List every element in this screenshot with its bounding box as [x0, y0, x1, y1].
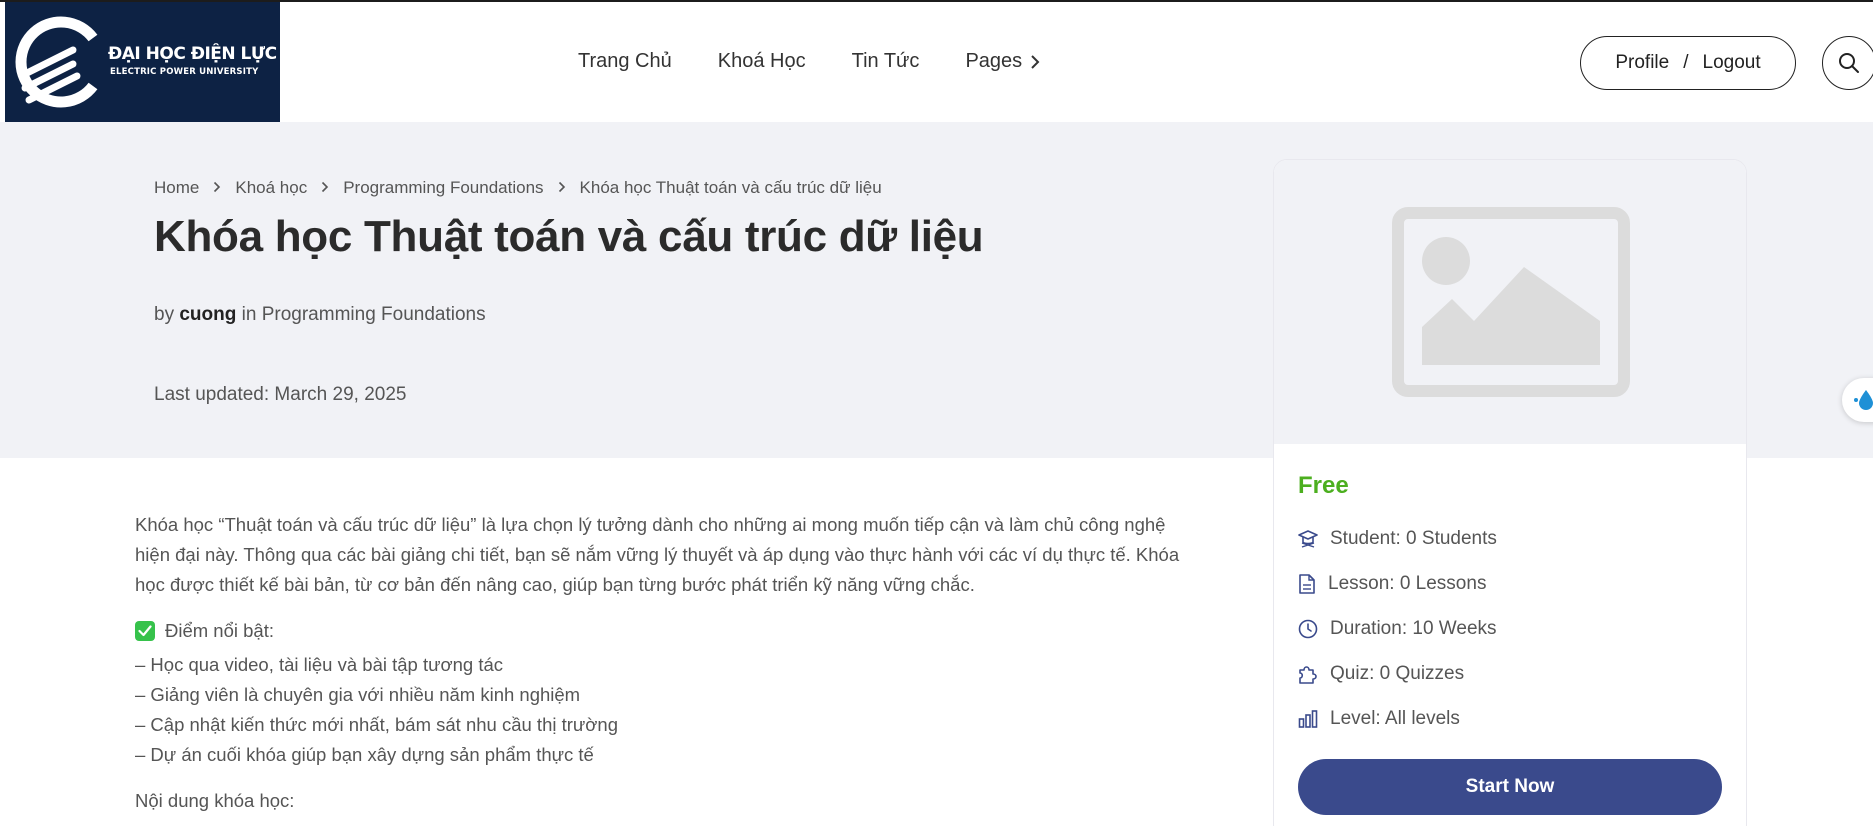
- meta-students: Student: 0 Students: [1298, 528, 1497, 550]
- nav-item-courses[interactable]: Khoá Học: [718, 50, 806, 73]
- highlights-title: Điểm nổi bật:: [165, 620, 274, 641]
- logo-subtitle: ELECTRIC POWER UNIVERSITY: [110, 67, 259, 77]
- breadcrumb-home[interactable]: Home: [154, 178, 199, 198]
- author-link[interactable]: cuong: [179, 304, 236, 325]
- course-title: Khóa học Thuật toán và cấu trúc dữ liệu: [154, 212, 984, 261]
- main-nav: Trang Chủ Khoá Học Tin Tức Pages: [578, 50, 1040, 73]
- graduation-cap-icon: [1298, 530, 1318, 548]
- course-content-heading: Nội dung khóa học:: [135, 790, 295, 811]
- logout-link[interactable]: Logout: [1703, 52, 1761, 74]
- logo-title: ĐẠI HỌC ĐIỆN LỰC: [108, 44, 277, 64]
- nav-item-home[interactable]: Trang Chủ: [578, 50, 672, 73]
- course-description: Khóa học “Thuật toán và cấu trúc dữ liệu…: [135, 510, 1195, 600]
- puzzle-icon: [1299, 666, 1317, 684]
- description-line: hiện đại này. Thông qua các bài giảng ch…: [135, 544, 1180, 565]
- course-thumbnail: [1274, 160, 1746, 444]
- by-prefix: by: [154, 304, 175, 325]
- document-icon: [1299, 574, 1315, 594]
- course-sidebar-card: Free Student: 0 Students Lesson: 0 Lesso…: [1273, 159, 1747, 826]
- highlights-list: – Học qua video, tài liệu và bài tập tươ…: [135, 650, 618, 770]
- course-price: Free: [1298, 472, 1349, 499]
- bar-chart-icon: [1298, 710, 1318, 728]
- meta-lessons-label: Lesson: 0 Lessons: [1328, 573, 1487, 594]
- highlight-item: – Giảng viên là chuyên gia với nhiều năm…: [135, 684, 581, 705]
- meta-quiz-label: Quiz: 0 Quizzes: [1330, 663, 1465, 684]
- highlight-item: – Học qua video, tài liệu và bài tập tươ…: [135, 654, 504, 675]
- highlight-item: – Cập nhật kiến thức mới nhất, bám sát n…: [135, 714, 619, 735]
- nav-item-news[interactable]: Tin Tức: [852, 50, 920, 73]
- meta-duration: Duration: 10 Weeks: [1298, 618, 1497, 640]
- site-logo[interactable]: ĐẠI HỌC ĐIỆN LỰC ELECTRIC POWER UNIVERSI…: [5, 2, 280, 122]
- breadcrumb-category[interactable]: Programming Foundations: [343, 178, 543, 198]
- logo-icon: [15, 16, 98, 108]
- highlight-item: – Dự án cuối khóa giúp bạn xây dựng sản …: [135, 744, 594, 765]
- water-drop-icon: [1854, 390, 1873, 410]
- breadcrumb-current: Khóa học Thuật toán và cấu trúc dữ liệu: [579, 178, 882, 197]
- description-line: học được thiết kế bài bản, từ cơ bản đến…: [135, 574, 975, 595]
- in-label: in: [241, 304, 257, 325]
- image-placeholder-icon: [1392, 207, 1630, 397]
- meta-quiz: Quiz: 0 Quizzes: [1298, 663, 1464, 685]
- search-button[interactable]: [1822, 36, 1873, 90]
- chevron-right-icon: [213, 178, 221, 198]
- meta-students-label: Student: 0 Students: [1330, 528, 1497, 549]
- nav-item-pages-label: Pages: [965, 50, 1023, 72]
- category-link[interactable]: Programming Foundations: [262, 304, 486, 325]
- last-updated: Last updated: March 29, 2025: [154, 384, 407, 405]
- breadcrumb-courses[interactable]: Khoá học: [235, 178, 307, 198]
- meta-lessons: Lesson: 0 Lessons: [1298, 573, 1486, 595]
- meta-level-label: Level: All levels: [1330, 708, 1460, 729]
- chevron-right-icon: [321, 178, 329, 198]
- chevron-right-icon: [558, 178, 566, 198]
- profile-link[interactable]: Profile: [1615, 52, 1669, 74]
- breadcrumb: Home Khoá học Programming Foundations Kh…: [154, 178, 882, 198]
- check-box-icon: [135, 621, 155, 641]
- highlights-heading: Điểm nổi bật:: [135, 620, 274, 642]
- search-icon: [1839, 53, 1859, 73]
- meta-level: Level: All levels: [1298, 708, 1460, 730]
- clock-icon: [1298, 619, 1318, 639]
- description-line: Khóa học “Thuật toán và cấu trúc dữ liệu…: [135, 514, 1166, 535]
- chevron-right-icon: [1031, 54, 1040, 69]
- start-now-button[interactable]: Start Now: [1298, 759, 1722, 815]
- site-header: ĐẠI HỌC ĐIỆN LỰC ELECTRIC POWER UNIVERSI…: [0, 2, 1873, 122]
- auth-separator: /: [1683, 52, 1689, 73]
- profile-logout-button: Profile / Logout: [1580, 36, 1796, 90]
- nav-item-pages[interactable]: Pages: [965, 50, 1040, 73]
- course-byline: by cuong in Programming Foundations: [154, 304, 486, 326]
- meta-duration-label: Duration: 10 Weeks: [1330, 618, 1497, 639]
